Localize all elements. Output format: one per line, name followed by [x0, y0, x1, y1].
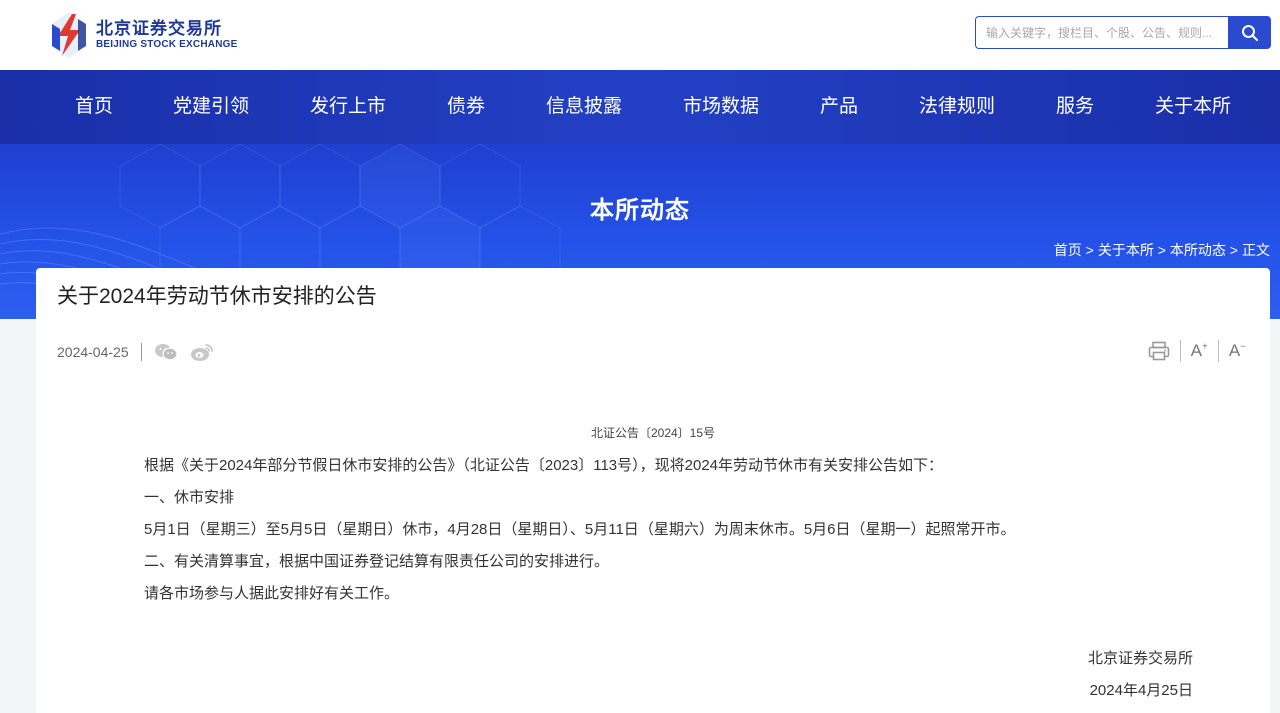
breadcrumb: 首页 > 关于本所 > 本所动态 > 正文 — [1054, 240, 1270, 260]
nav-item-bonds[interactable]: 债券 — [447, 70, 485, 144]
article-body: 2024-04-25 A+ A− 北证公告〔2024〕15号 根据《关于2024… — [36, 318, 1270, 713]
article-meta: 2024-04-25 — [57, 342, 214, 362]
main-nav: 首页 党建引领 发行上市 债券 信息披露 市场数据 产品 法律规则 服务 关于本… — [0, 70, 1280, 144]
paragraph: 二、有关清算事宜，根据中国证券登记结算有限责任公司的安排进行。 — [144, 553, 610, 570]
paragraph: 一、休市安排 — [144, 489, 235, 506]
publish-date: 2024-04-25 — [57, 344, 129, 360]
tools-divider — [1217, 340, 1219, 362]
nav-item-products[interactable]: 产品 — [820, 70, 858, 144]
print-icon[interactable] — [1148, 341, 1170, 361]
font-increase-button[interactable]: A+ — [1191, 341, 1208, 361]
wechat-icon[interactable] — [154, 343, 178, 361]
logo-chinese-name: 北京证券交易所 — [96, 19, 222, 38]
search-input[interactable] — [975, 16, 1228, 49]
sign-date: 2024年4月25日 — [1089, 682, 1193, 699]
search-bar — [975, 16, 1271, 50]
logo-english-name: BEIJING STOCK EXCHANGE — [96, 39, 238, 50]
nav-item-listing[interactable]: 发行上市 — [310, 70, 386, 144]
article-tools: A+ A− — [1148, 338, 1246, 364]
search-icon — [1241, 24, 1258, 41]
nav-item-services[interactable]: 服务 — [1056, 70, 1094, 144]
breadcrumb-current: 正文 — [1242, 242, 1270, 258]
site-logo[interactable]: 北京证券交易所 BEIJING STOCK EXCHANGE — [48, 10, 237, 60]
meta-divider — [140, 343, 142, 361]
breadcrumb-about[interactable]: 关于本所 > — [1098, 240, 1166, 260]
paragraph: 5月1日（星期三）至5月5日（星期日）休市，4月28日（星期日）、5月11日（星… — [144, 521, 1016, 538]
logo-mark-icon — [52, 12, 86, 58]
site-header: 北京证券交易所 BEIJING STOCK EXCHANGE — [0, 0, 1280, 70]
nav-item-party-building[interactable]: 党建引领 — [173, 70, 249, 144]
paragraph: 请各市场参与人据此安排好有关工作。 — [144, 585, 400, 602]
paragraph: 根据《关于2024年部分节假日休市安排的公告》（北证公告〔2023〕113号），… — [144, 457, 944, 474]
article-title-card: 关于2024年劳动节休市安排的公告 — [36, 268, 1270, 318]
banner-title: 本所动态 — [590, 197, 690, 224]
article-title: 关于2024年劳动节休市安排的公告 — [57, 285, 377, 308]
nav-item-home[interactable]: 首页 — [75, 70, 113, 144]
nav-item-disclosure[interactable]: 信息披露 — [546, 70, 622, 144]
nav-item-market-data[interactable]: 市场数据 — [683, 70, 759, 144]
weibo-icon[interactable] — [190, 342, 214, 362]
breadcrumb-news[interactable]: 本所动态 > — [1170, 240, 1238, 260]
font-decrease-button[interactable]: A− — [1229, 341, 1246, 361]
document-number: 北证公告〔2024〕15号 — [590, 426, 716, 440]
nav-item-rules[interactable]: 法律规则 — [919, 70, 995, 144]
signature: 北京证券交易所 — [1087, 650, 1193, 667]
search-button[interactable] — [1228, 16, 1271, 49]
tools-divider — [1179, 340, 1181, 362]
breadcrumb-home[interactable]: 首页 > — [1054, 240, 1094, 260]
nav-item-about[interactable]: 关于本所 — [1155, 70, 1231, 144]
